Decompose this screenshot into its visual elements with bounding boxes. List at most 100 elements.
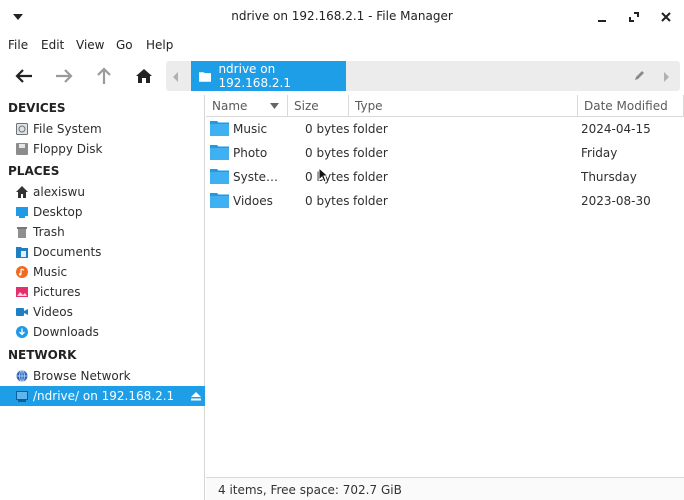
forward-button[interactable] [52, 64, 76, 88]
sidebar-item-floppy-disk[interactable]: Floppy Disk [0, 139, 205, 159]
cell-modified: 2024-04-15 [581, 122, 651, 136]
sidebar-item-documents[interactable]: Documents [0, 242, 205, 262]
cell-modified: Thursday [581, 170, 637, 184]
column-header-modified[interactable]: Date Modified [578, 95, 684, 117]
up-button[interactable] [92, 64, 116, 88]
menu-edit[interactable]: Edit [41, 38, 64, 52]
status-bar: 4 items, Free space: 702.7 GiB [206, 477, 684, 500]
pencil-icon [635, 71, 644, 80]
cell-type: folder [353, 146, 388, 160]
cell-type: folder [353, 122, 388, 136]
mouse-cursor-icon [318, 167, 328, 183]
network-icon [16, 370, 28, 382]
sidebar-item-label: File System [33, 122, 102, 136]
sidebar-item-ndrive[interactable]: /ndrive/ on 192.168.2.1 [0, 386, 205, 406]
sidebar-item-trash[interactable]: Trash [0, 222, 205, 242]
maximize-button[interactable] [624, 7, 644, 27]
folder-icon [210, 145, 229, 160]
close-icon [661, 12, 671, 22]
minimize-button[interactable] [592, 7, 612, 27]
sidebar-item-label: Browse Network [33, 369, 131, 383]
home-button[interactable] [132, 64, 156, 88]
maximize-icon [629, 12, 639, 22]
drive-icon [16, 123, 28, 135]
cell-modified: 2023-08-30 [581, 194, 651, 208]
music-icon [16, 266, 28, 278]
chevron-right-icon [664, 72, 669, 82]
home-icon [16, 186, 28, 198]
back-button[interactable] [12, 64, 36, 88]
home-icon [136, 69, 152, 83]
sidebar-item-videos[interactable]: Videos [0, 302, 205, 322]
menu-bar: File Edit View Go Help [0, 34, 684, 56]
menu-go[interactable]: Go [116, 38, 133, 52]
folder-icon [210, 169, 229, 184]
folder-icon [210, 121, 229, 136]
table-row[interactable]: Syste… 0 bytes folder Thursday [206, 165, 684, 189]
column-header-size[interactable]: Size [288, 95, 349, 117]
table-row[interactable]: Music 0 bytes folder 2024-04-15 [206, 117, 684, 141]
cell-name: Music [233, 122, 268, 136]
cell-name: Syste… [233, 170, 279, 184]
sidebar-item-label: Music [33, 265, 68, 279]
section-places: PLACES [8, 164, 60, 178]
sidebar-item-pictures[interactable]: Pictures [0, 282, 205, 302]
arrow-right-icon [56, 69, 73, 83]
sidebar-item-label: Videos [33, 305, 73, 319]
sidebar-item-label: /ndrive/ on 192.168.2.1 [33, 389, 175, 403]
folder-icon [210, 193, 229, 208]
close-button[interactable] [656, 7, 676, 27]
videos-icon [16, 306, 28, 318]
sidebar: DEVICES File System Floppy Disk PLACES a… [0, 95, 205, 500]
breadcrumb[interactable]: ndrive on 192.168.2.1 [191, 61, 346, 91]
column-header-label: Type [355, 98, 383, 113]
eject-button[interactable] [191, 390, 201, 404]
file-list: Name Size Type Date Modified Music 0 byt… [206, 95, 684, 477]
cell-size: 0 bytes [305, 146, 350, 160]
title-bar: ndrive on 192.168.2.1 - File Manager [0, 0, 684, 34]
column-header-type[interactable]: Type [349, 95, 578, 117]
sidebar-item-desktop[interactable]: Desktop [0, 202, 205, 222]
cell-type: folder [353, 170, 388, 184]
sidebar-item-file-system[interactable]: File System [0, 119, 205, 139]
cell-type: folder [353, 194, 388, 208]
sidebar-item-downloads[interactable]: Downloads [0, 322, 205, 342]
eject-icon [191, 392, 201, 401]
section-devices: DEVICES [8, 101, 66, 115]
cell-modified: Friday [581, 146, 618, 160]
sidebar-item-music[interactable]: Music [0, 262, 205, 282]
sort-down-icon [270, 103, 279, 109]
trash-icon [16, 226, 28, 238]
edit-path-button[interactable] [634, 69, 646, 84]
menu-file[interactable]: File [8, 38, 28, 52]
sidebar-item-label: Documents [33, 245, 102, 259]
arrow-up-icon [97, 67, 111, 84]
table-row[interactable]: Photo 0 bytes folder Friday [206, 141, 684, 165]
sidebar-item-browse-network[interactable]: Browse Network [0, 366, 205, 386]
cell-name: Photo [233, 146, 268, 160]
column-header-label: Date Modified [584, 98, 668, 113]
sidebar-item-home[interactable]: alexiswu [0, 182, 205, 202]
status-text: 4 items, Free space: 702.7 GiB [218, 483, 402, 497]
breadcrumb-label: ndrive on 192.168.2.1 [218, 62, 291, 90]
column-header-name[interactable]: Name [206, 95, 288, 117]
sidebar-item-label: Floppy Disk [33, 142, 103, 156]
path-scroll-right[interactable] [663, 71, 669, 85]
network-share-icon [16, 390, 28, 402]
path-bar: ndrive on 192.168.2.1 [166, 61, 680, 91]
table-row[interactable]: Vidoes 0 bytes folder 2023-08-30 [206, 189, 684, 213]
sidebar-item-label: Downloads [33, 325, 99, 339]
menu-view[interactable]: View [76, 38, 104, 52]
column-header-label: Name [212, 98, 248, 113]
downloads-icon [16, 326, 28, 338]
sidebar-item-label: Pictures [33, 285, 81, 299]
floppy-icon [16, 143, 28, 155]
menu-help[interactable]: Help [146, 38, 173, 52]
pictures-icon [16, 286, 28, 298]
sidebar-item-label: alexiswu [33, 185, 85, 199]
sidebar-item-label: Desktop [33, 205, 83, 219]
folder-icon [199, 71, 212, 82]
desktop-icon [16, 206, 28, 218]
sidebar-item-label: Trash [33, 225, 65, 239]
path-scroll-left[interactable] [173, 71, 179, 85]
